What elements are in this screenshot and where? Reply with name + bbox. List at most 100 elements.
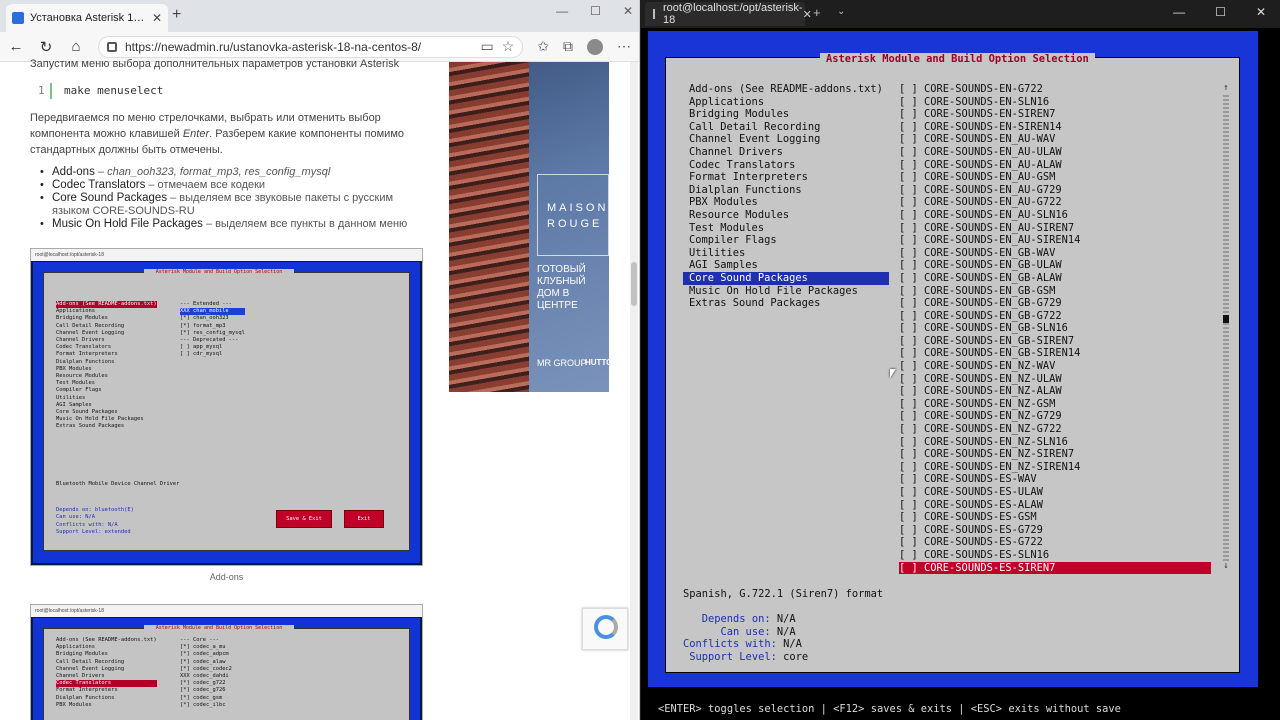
bullet-list: Add-ons – chan_ooh323, format_mp3, res_c…: [40, 166, 430, 231]
favorites-icon[interactable]: ✩: [537, 38, 549, 55]
option-item[interactable]: [ ] CORE-SOUNDS-EN_AU-G729: [899, 184, 1211, 197]
option-item[interactable]: [ ] CORE-SOUNDS-EN_AU-WAV: [899, 133, 1211, 146]
scrollbar-thumb[interactable]: [631, 262, 637, 306]
option-item[interactable]: [ ] CORE-SOUNDS-EN_AU-G722: [899, 196, 1211, 209]
minimize-icon[interactable]: —: [556, 4, 568, 18]
option-item[interactable]: [ ] CORE-SOUNDS-EN-SIREN14: [899, 121, 1211, 134]
option-item[interactable]: [ ] CORE-SOUNDS-ES-WAV: [899, 473, 1211, 486]
scroll-up-icon[interactable]: ↑: [1221, 83, 1231, 95]
menu-item[interactable]: Channel Event Logging: [683, 133, 889, 146]
info-label: Conflicts with:: [683, 638, 784, 651]
option-item[interactable]: [ ] CORE-SOUNDS-EN_NZ-SIREN14: [899, 461, 1211, 474]
dialog-title: Asterisk Module and Build Option Selecti…: [820, 53, 1095, 65]
menu-item[interactable]: Bridging Modules: [683, 108, 889, 121]
thumb-menu-item: Test Modules: [56, 380, 95, 387]
option-item[interactable]: [ ] CORE-SOUNDS-EN_GB-SLN16: [899, 322, 1211, 335]
close-tab-icon[interactable]: ✕: [803, 8, 812, 21]
option-item[interactable]: [ ] CORE-SOUNDS-ES-G729: [899, 524, 1211, 537]
option-item[interactable]: [ ] CORE-SOUNDS-EN_NZ-G722: [899, 423, 1211, 436]
menu-item[interactable]: Codec Translators: [683, 159, 889, 172]
option-item[interactable]: [ ] CORE-SOUNDS-EN_NZ-G729: [899, 410, 1211, 423]
browser-tab[interactable]: Установка Asterisk 18 на Cento ✕: [6, 4, 168, 32]
option-item[interactable]: [ ] CORE-SOUNDS-EN_NZ-SLN16: [899, 436, 1211, 449]
profile-avatar-icon[interactable]: [587, 38, 603, 55]
new-tab-icon[interactable]: +: [813, 5, 821, 20]
option-item[interactable]: [ ] CORE-SOUNDS-EN_AU-SLN16: [899, 209, 1211, 222]
thumb-exit-button: Exit: [344, 510, 384, 528]
menu-item[interactable]: Add-ons (See README-addons.txt): [683, 83, 889, 96]
thumb-menu-item: Add-ons (See README-addons.txt): [56, 637, 157, 643]
option-item[interactable]: [ ] CORE-SOUNDS-ES-SLN16: [899, 549, 1211, 562]
option-item[interactable]: [ ] CORE-SOUNDS-EN-SLN16: [899, 96, 1211, 109]
thumb-menu-item: Music On Hold File Packages: [56, 416, 144, 423]
more-menu-icon[interactable]: ⋯: [617, 38, 631, 55]
option-item[interactable]: [ ] CORE-SOUNDS-EN_GB-SIREN14: [899, 347, 1211, 360]
option-item[interactable]: [ ] CORE-SOUNDS-ES-GSM: [899, 511, 1211, 524]
menu-item[interactable]: Resource Modules: [683, 209, 889, 222]
minimize-icon[interactable]: —: [1173, 5, 1185, 19]
menu-item[interactable]: Call Detail Recording: [683, 121, 889, 134]
option-item[interactable]: [ ] CORE-SOUNDS-EN_AU-ALAW: [899, 159, 1211, 172]
menu-item[interactable]: Test Modules: [683, 222, 889, 235]
new-tab-icon[interactable]: +: [172, 6, 181, 24]
option-item[interactable]: [ ] CORE-SOUNDS-EN_AU-GSM: [899, 171, 1211, 184]
reader-mode-icon[interactable]: ▭: [480, 38, 493, 55]
option-item[interactable]: [ ] CORE-SOUNDS-EN_GB-GSM: [899, 285, 1211, 298]
option-item[interactable]: [ ] CORE-SOUNDS-EN_NZ-ULAW: [899, 373, 1211, 386]
menu-item[interactable]: Format Interpreters: [683, 171, 889, 184]
favorite-star-icon[interactable]: ☆: [502, 38, 515, 55]
terminal-tab[interactable]: root@localhost:/opt/asterisk-18 ✕: [645, 2, 812, 26]
menu-item[interactable]: Core Sound Packages: [683, 271, 889, 285]
address-bar[interactable]: https://newadmin.ru/ustanovka-asterisk-1…: [98, 35, 524, 58]
chevron-down-icon[interactable]: ⌄: [837, 6, 845, 17]
menu-item[interactable]: Dialplan Functions: [683, 184, 889, 197]
option-item[interactable]: [ ] CORE-SOUNDS-EN_GB-G729: [899, 297, 1211, 310]
scroll-down-icon[interactable]: ↓: [1221, 561, 1231, 573]
collections-icon[interactable]: ⧉: [563, 38, 573, 55]
reload-icon[interactable]: ↻: [38, 38, 54, 56]
page-scrollbar[interactable]: [630, 62, 638, 720]
menu-item[interactable]: AGI Samples: [683, 259, 889, 272]
option-item[interactable]: [ ] CORE-SOUNDS-ES-ALAW: [899, 499, 1211, 512]
option-item[interactable]: [ ] CORE-SOUNDS-EN_AU-SIREN7: [899, 222, 1211, 235]
option-item[interactable]: [ ] CORE-SOUNDS-EN_AU-ULAW: [899, 146, 1211, 159]
close-window-icon[interactable]: ✕: [623, 4, 633, 18]
menu-item[interactable]: Applications: [683, 96, 889, 109]
home-icon[interactable]: ⌂: [68, 38, 84, 55]
advertisement-banner[interactable]: MAISON ROUGE ГОТОВЫЙ КЛУБНЫЙ ДОМ В ЦЕНТР…: [449, 62, 609, 392]
thumb-menu-item: Channel Drivers: [56, 337, 105, 344]
menu-item[interactable]: Extras Sound Packages: [683, 297, 889, 310]
option-item[interactable]: [ ] CORE-SOUNDS-EN_GB-ULAW: [899, 259, 1211, 272]
option-item[interactable]: [ ] CORE-SOUNDS-EN_GB-ALAW: [899, 272, 1211, 285]
menu-item[interactable]: Channel Drivers: [683, 146, 889, 159]
option-item[interactable]: [ ] CORE-SOUNDS-ES-ULAW: [899, 486, 1211, 499]
close-window-icon[interactable]: ✕: [1256, 5, 1266, 19]
option-description: Spanish, G.722.1 (Siren7) format: [683, 588, 884, 600]
option-item[interactable]: [ ] CORE-SOUNDS-EN-G722: [899, 83, 1211, 96]
recaptcha-badge[interactable]: [582, 608, 628, 650]
options-scrollbar[interactable]: ↑ ↓: [1221, 83, 1231, 573]
option-item[interactable]: [ ] CORE-SOUNDS-EN_NZ-WAV: [899, 360, 1211, 373]
option-item[interactable]: [ ] CORE-SOUNDS-EN_NZ-SIREN7: [899, 448, 1211, 461]
thumb-menu-item: Codec Translators: [56, 680, 157, 688]
option-item[interactable]: [ ] CORE-SOUNDS-EN-SIREN7: [899, 108, 1211, 121]
scroll-thumb[interactable]: [1223, 315, 1229, 323]
menu-item[interactable]: PBX Modules: [683, 196, 889, 209]
menu-item[interactable]: Utilities: [683, 247, 889, 260]
option-item[interactable]: [ ] CORE-SOUNDS-EN_NZ-ALAW: [899, 385, 1211, 398]
menu-item[interactable]: Music On Hold File Packages: [683, 285, 889, 298]
option-item[interactable]: [ ] CORE-SOUNDS-ES-SIREN7: [899, 561, 1211, 575]
maximize-icon[interactable]: ☐: [1215, 5, 1226, 19]
option-item[interactable]: [ ] CORE-SOUNDS-EN_GB-SIREN7: [899, 335, 1211, 348]
option-item[interactable]: [ ] CORE-SOUNDS-EN_AU-SIREN14: [899, 234, 1211, 247]
option-item[interactable]: [ ] CORE-SOUNDS-EN_GB-WAV: [899, 247, 1211, 260]
thumb-option-item: XXX chan_mobile: [180, 308, 245, 316]
menu-item[interactable]: Compiler Flags: [683, 234, 889, 247]
back-arrow-icon[interactable]: ←: [8, 38, 24, 55]
option-item[interactable]: [ ] CORE-SOUNDS-EN_NZ-GSM: [899, 398, 1211, 411]
scroll-track[interactable]: [1223, 95, 1229, 561]
option-item[interactable]: [ ] CORE-SOUNDS-ES-G722: [899, 536, 1211, 549]
maximize-icon[interactable]: ☐: [590, 4, 601, 18]
close-tab-icon[interactable]: ✕: [152, 11, 162, 25]
option-item[interactable]: [ ] CORE-SOUNDS-EN_GB-G722: [899, 310, 1211, 323]
